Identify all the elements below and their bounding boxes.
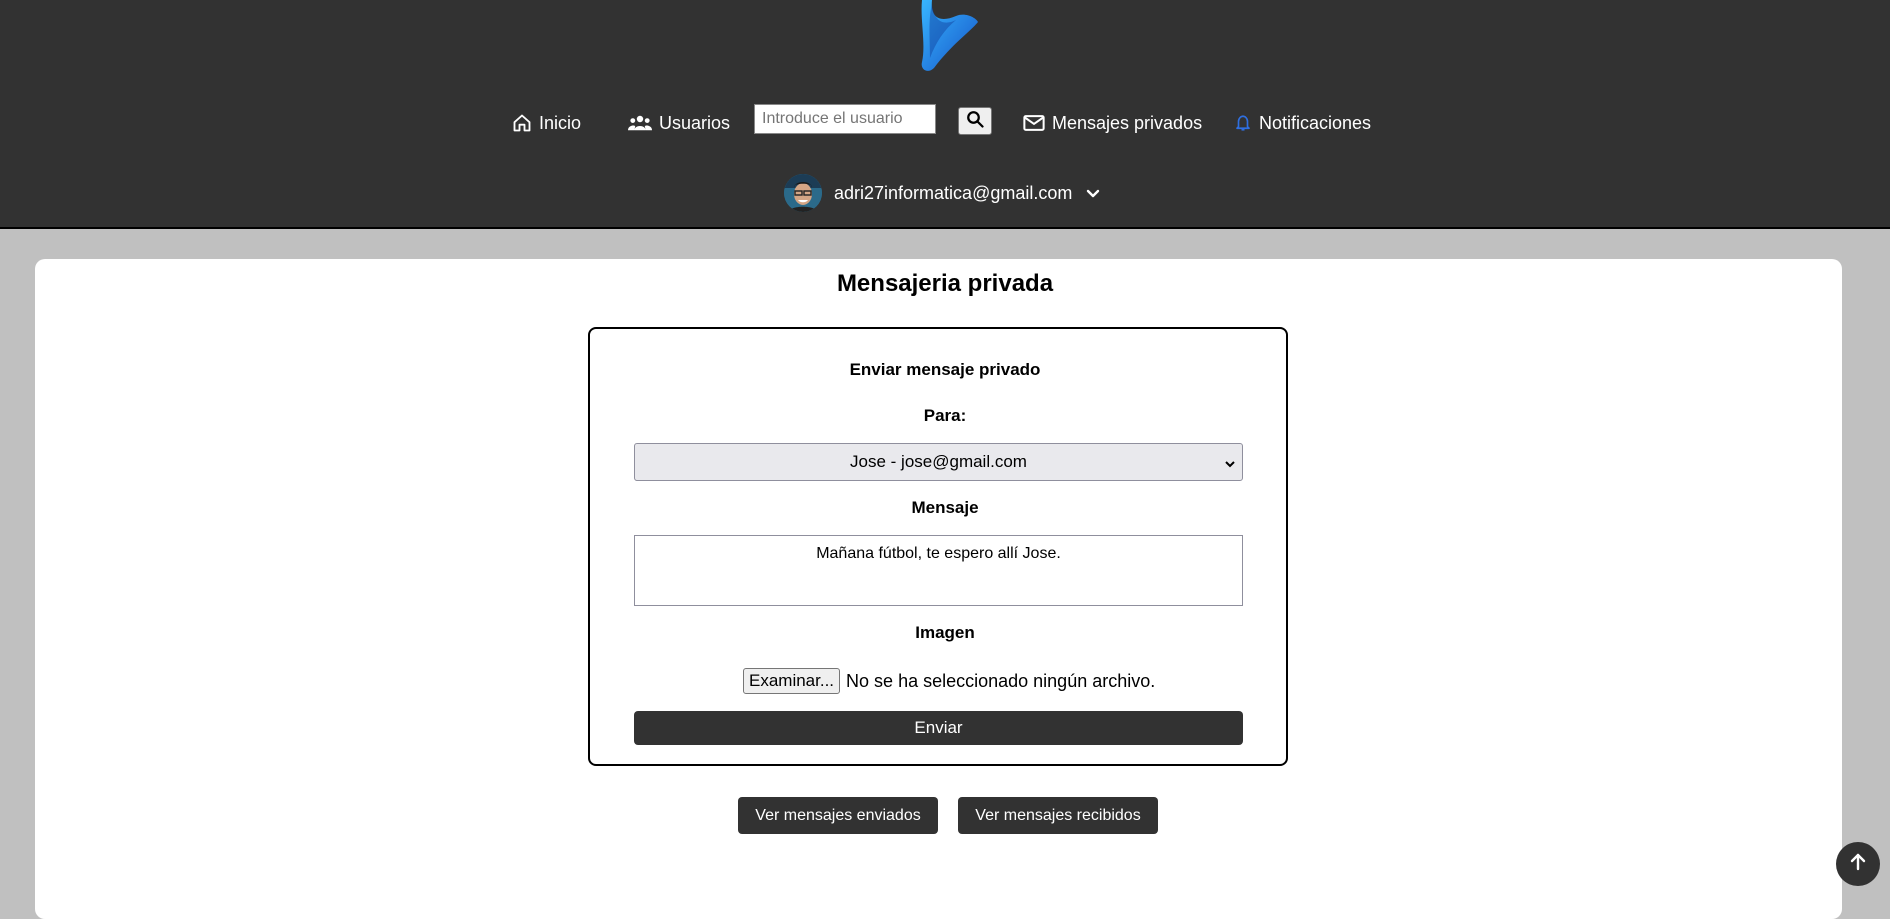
nav-users[interactable]: Usuarios (628, 109, 730, 137)
select-chevron-down-icon (1224, 455, 1236, 475)
view-sent-label: Ver mensajes enviados (755, 806, 921, 824)
top-header: Inicio Usuarios Mensajes privados Notifi… (0, 0, 1890, 229)
view-received-label: Ver mensajes recibidos (975, 806, 1141, 824)
form-heading: Enviar mensaje privado (849, 360, 1041, 379)
chevron-down-icon[interactable] (1086, 183, 1100, 204)
to-label: Para: (923, 406, 967, 425)
image-label: Imagen (915, 623, 975, 642)
arrow-up-icon (1848, 852, 1868, 877)
search-button[interactable] (958, 107, 992, 135)
mail-icon (1023, 114, 1045, 132)
view-sent-messages-button[interactable]: Ver mensajes enviados (738, 797, 938, 834)
user-menu[interactable]: adri27informatica@gmail.com (784, 174, 1100, 212)
nav-home-label: Inicio (539, 112, 582, 133)
user-email: adri27informatica@gmail.com (834, 182, 1073, 203)
recipient-selected-value: Jose - jose@gmail.com (850, 452, 1027, 471)
send-button[interactable]: Enviar (634, 711, 1243, 745)
message-text: Mañana fútbol, te espero allí Jose. (816, 545, 1061, 562)
brand-logo-icon[interactable] (900, 0, 980, 72)
browse-file-button[interactable]: Examinar... (743, 668, 841, 694)
nav-private-messages[interactable]: Mensajes privados (1023, 109, 1202, 137)
page-title: Mensajeria privada (836, 270, 1054, 297)
message-label: Mensaje (911, 498, 979, 517)
view-received-messages-button[interactable]: Ver mensajes recibidos (958, 797, 1158, 834)
avatar (784, 174, 822, 212)
nav-home[interactable]: Inicio (512, 109, 581, 137)
recipient-select[interactable]: Jose - jose@gmail.com (634, 443, 1243, 481)
nav-notifications[interactable]: Notificaciones (1234, 109, 1371, 137)
bell-icon (1234, 113, 1252, 133)
scroll-to-top-button[interactable] (1836, 842, 1880, 886)
message-textarea[interactable]: Mañana fútbol, te espero allí Jose. (634, 535, 1243, 606)
image-file-input: Examinar... No se ha seleccionado ningún… (743, 668, 1155, 694)
user-search-input[interactable] (754, 104, 936, 134)
file-status-text: No se ha seleccionado ningún archivo. (846, 670, 1156, 691)
search-icon (966, 110, 984, 133)
nav-notifications-label: Notificaciones (1259, 112, 1372, 133)
home-icon (512, 113, 532, 133)
nav-messages-label: Mensajes privados (1052, 112, 1203, 133)
nav-users-label: Usuarios (659, 112, 731, 133)
users-icon (628, 114, 652, 132)
send-button-label: Enviar (914, 718, 963, 737)
